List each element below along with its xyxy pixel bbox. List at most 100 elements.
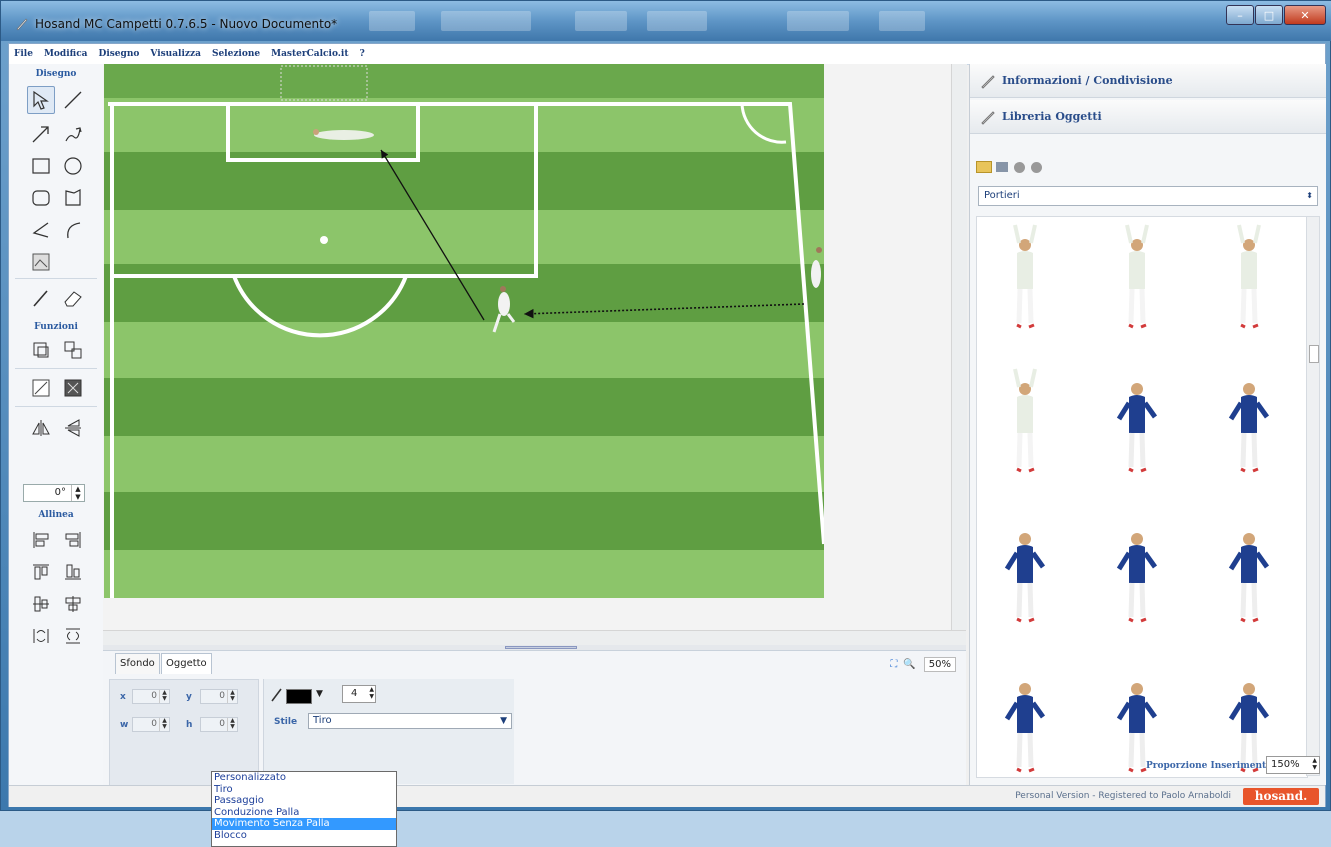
style-option-blocco[interactable]: Blocco xyxy=(212,830,396,842)
style-option-movimento-senza-palla[interactable]: Movimento Senza Palla xyxy=(212,818,396,830)
curve-tool-button[interactable] xyxy=(59,216,87,244)
ungroup-button[interactable] xyxy=(59,336,87,364)
style-select[interactable]: Tiro ▼ xyxy=(308,713,512,729)
menu-mastercalcio[interactable]: MasterCalcio.it xyxy=(271,49,348,59)
football-pitch[interactable] xyxy=(104,64,824,598)
w-input[interactable]: 0 ▲ ▼ xyxy=(132,717,170,732)
w-spinner[interactable]: ▲ ▼ xyxy=(159,718,169,731)
align-center-horizontal-button[interactable] xyxy=(59,590,87,618)
goalkeeper-thumbnail[interactable] xyxy=(1109,367,1165,497)
menu-help[interactable]: ? xyxy=(360,49,365,59)
zoom-value[interactable]: 50% xyxy=(923,657,956,672)
flip-vertical-icon xyxy=(65,419,81,437)
pen-tool-button[interactable] xyxy=(27,284,55,312)
tab-oggetto[interactable]: Oggetto xyxy=(161,653,212,674)
goalkeeper-thumbnail[interactable] xyxy=(997,367,1053,497)
gallery-scrollbar[interactable] xyxy=(1306,216,1320,776)
select-tool-button[interactable] xyxy=(27,86,55,114)
align-bottom-button[interactable] xyxy=(59,558,87,586)
goalkeeper-thumbnail[interactable] xyxy=(997,223,1053,353)
close-button[interactable]: ✕ xyxy=(1284,5,1326,25)
h-spinner[interactable]: ▲ ▼ xyxy=(227,718,237,731)
maximize-button[interactable]: □ xyxy=(1255,5,1283,25)
info-share-header[interactable]: Informazioni / Condivisione xyxy=(970,64,1326,98)
align-center-vertical-button[interactable] xyxy=(27,590,55,618)
line-tool-button[interactable] xyxy=(59,86,87,114)
canvas-vertical-scrollbar[interactable] xyxy=(951,64,967,630)
bring-front-button[interactable] xyxy=(59,374,87,402)
add-folder-icon[interactable] xyxy=(976,161,992,173)
goalkeeper-thumbnail[interactable] xyxy=(1221,367,1277,497)
section-title-disegno: Disegno xyxy=(35,69,77,79)
goalkeeper-thumbnail[interactable] xyxy=(1109,223,1165,353)
send-back-button[interactable] xyxy=(27,374,55,402)
circle-icon[interactable] xyxy=(1014,161,1025,173)
line-width-spinner[interactable]: ▲ ▼ xyxy=(369,686,374,700)
fit-icon[interactable]: ⛶ xyxy=(890,659,897,670)
style-dropdown-list[interactable]: Personalizzato Tiro Passaggio Conduzione… xyxy=(211,771,397,847)
group-button[interactable] xyxy=(27,336,55,364)
flip-vertical-button[interactable] xyxy=(59,414,87,442)
ungroup-icon xyxy=(64,341,82,359)
style-option-passaggio[interactable]: Passaggio xyxy=(212,795,396,807)
angle-tool-button[interactable] xyxy=(27,216,55,244)
line-color-swatch[interactable] xyxy=(286,689,312,704)
align-right-button[interactable] xyxy=(59,526,87,554)
goalkeeper-thumbnail[interactable] xyxy=(1109,517,1165,647)
line-width-input[interactable]: 4 ▲ ▼ xyxy=(342,685,376,703)
menu-disegno[interactable]: Disegno xyxy=(99,49,140,59)
freehand-arrow-tool-button[interactable] xyxy=(59,120,87,148)
menu-visualizza[interactable]: Visualizza xyxy=(150,49,201,59)
goalkeeper-thumbnail[interactable] xyxy=(997,517,1053,647)
menu-modifica[interactable]: Modifica xyxy=(44,49,88,59)
rotation-input[interactable]: 0° ▲ ▼ xyxy=(23,484,85,502)
style-option-conduzione-palla[interactable]: Conduzione Palla xyxy=(212,807,396,819)
y-label: y xyxy=(186,692,192,702)
insert-ratio-input[interactable]: 150% ▲ ▼ xyxy=(1266,756,1320,774)
rounded-rect-tool-button[interactable] xyxy=(27,184,55,212)
align-left-button[interactable] xyxy=(27,526,55,554)
insert-ratio-spinner[interactable]: ▲ ▼ xyxy=(1312,757,1317,771)
y-spinner[interactable]: ▲ ▼ xyxy=(227,690,237,703)
folder-icon[interactable] xyxy=(996,162,1008,172)
rectangle-tool-button[interactable] xyxy=(27,152,55,180)
h-input[interactable]: 0 ▲ ▼ xyxy=(200,717,238,732)
object-library-header[interactable]: Libreria Oggetti xyxy=(970,100,1326,134)
align-top-button[interactable] xyxy=(27,558,55,586)
chevron-down-icon[interactable]: ▼ xyxy=(316,689,323,699)
goalkeeper-thumbnail[interactable] xyxy=(1221,517,1277,647)
y-input[interactable]: 0 ▲ ▼ xyxy=(200,689,238,704)
position-size-group: x 0 ▲ ▼ y 0 ▲ ▼ w 0 ▲ ▼ h 0 ▲ ▼ xyxy=(109,679,259,786)
category-select[interactable]: Portieri ⬍ xyxy=(978,186,1318,206)
splitter-handle[interactable] xyxy=(505,646,577,649)
distribute-horizontal-button[interactable] xyxy=(27,622,55,650)
menu-file[interactable]: File xyxy=(14,49,33,59)
flip-horizontal-button[interactable] xyxy=(27,414,55,442)
tab-sfondo[interactable]: Sfondo xyxy=(115,653,160,674)
chevron-down-icon[interactable]: ▼ xyxy=(500,714,507,728)
canvas-horizontal-scrollbar[interactable] xyxy=(103,630,966,646)
style-option-tiro[interactable]: Tiro xyxy=(212,784,396,796)
eraser-tool-button[interactable] xyxy=(59,284,87,312)
menu-selezione[interactable]: Selezione xyxy=(212,49,260,59)
rotation-spinner[interactable]: ▲ ▼ xyxy=(71,485,84,501)
drawing-canvas[interactable] xyxy=(103,64,966,630)
minimize-button[interactable]: – xyxy=(1226,5,1254,25)
image-tool-button[interactable] xyxy=(27,248,55,276)
magnifier-icon[interactable]: 🔍 xyxy=(903,659,915,670)
polygon-tool-button[interactable] xyxy=(59,184,87,212)
title-bar[interactable]: Hosand MC Campetti 0.7.6.5 - Nuovo Docum… xyxy=(1,1,1331,41)
rectangle-icon xyxy=(32,158,50,174)
x-input[interactable]: 0 ▲ ▼ xyxy=(132,689,170,704)
x-spinner[interactable]: ▲ ▼ xyxy=(159,690,169,703)
arrow-tool-button[interactable] xyxy=(27,120,55,148)
distribute-vertical-button[interactable] xyxy=(59,622,87,650)
goalkeeper-thumbnail[interactable] xyxy=(1221,223,1277,353)
chevron-down-icon[interactable]: ⬍ xyxy=(1306,187,1313,205)
circle-icon[interactable] xyxy=(1031,161,1042,173)
polygon-icon xyxy=(65,189,81,206)
scroll-thumb[interactable] xyxy=(1309,345,1319,363)
ellipse-tool-button[interactable] xyxy=(59,152,87,180)
goalkeeper-thumbnail[interactable] xyxy=(997,667,1053,777)
style-option-personalizzato[interactable]: Personalizzato xyxy=(212,772,396,784)
